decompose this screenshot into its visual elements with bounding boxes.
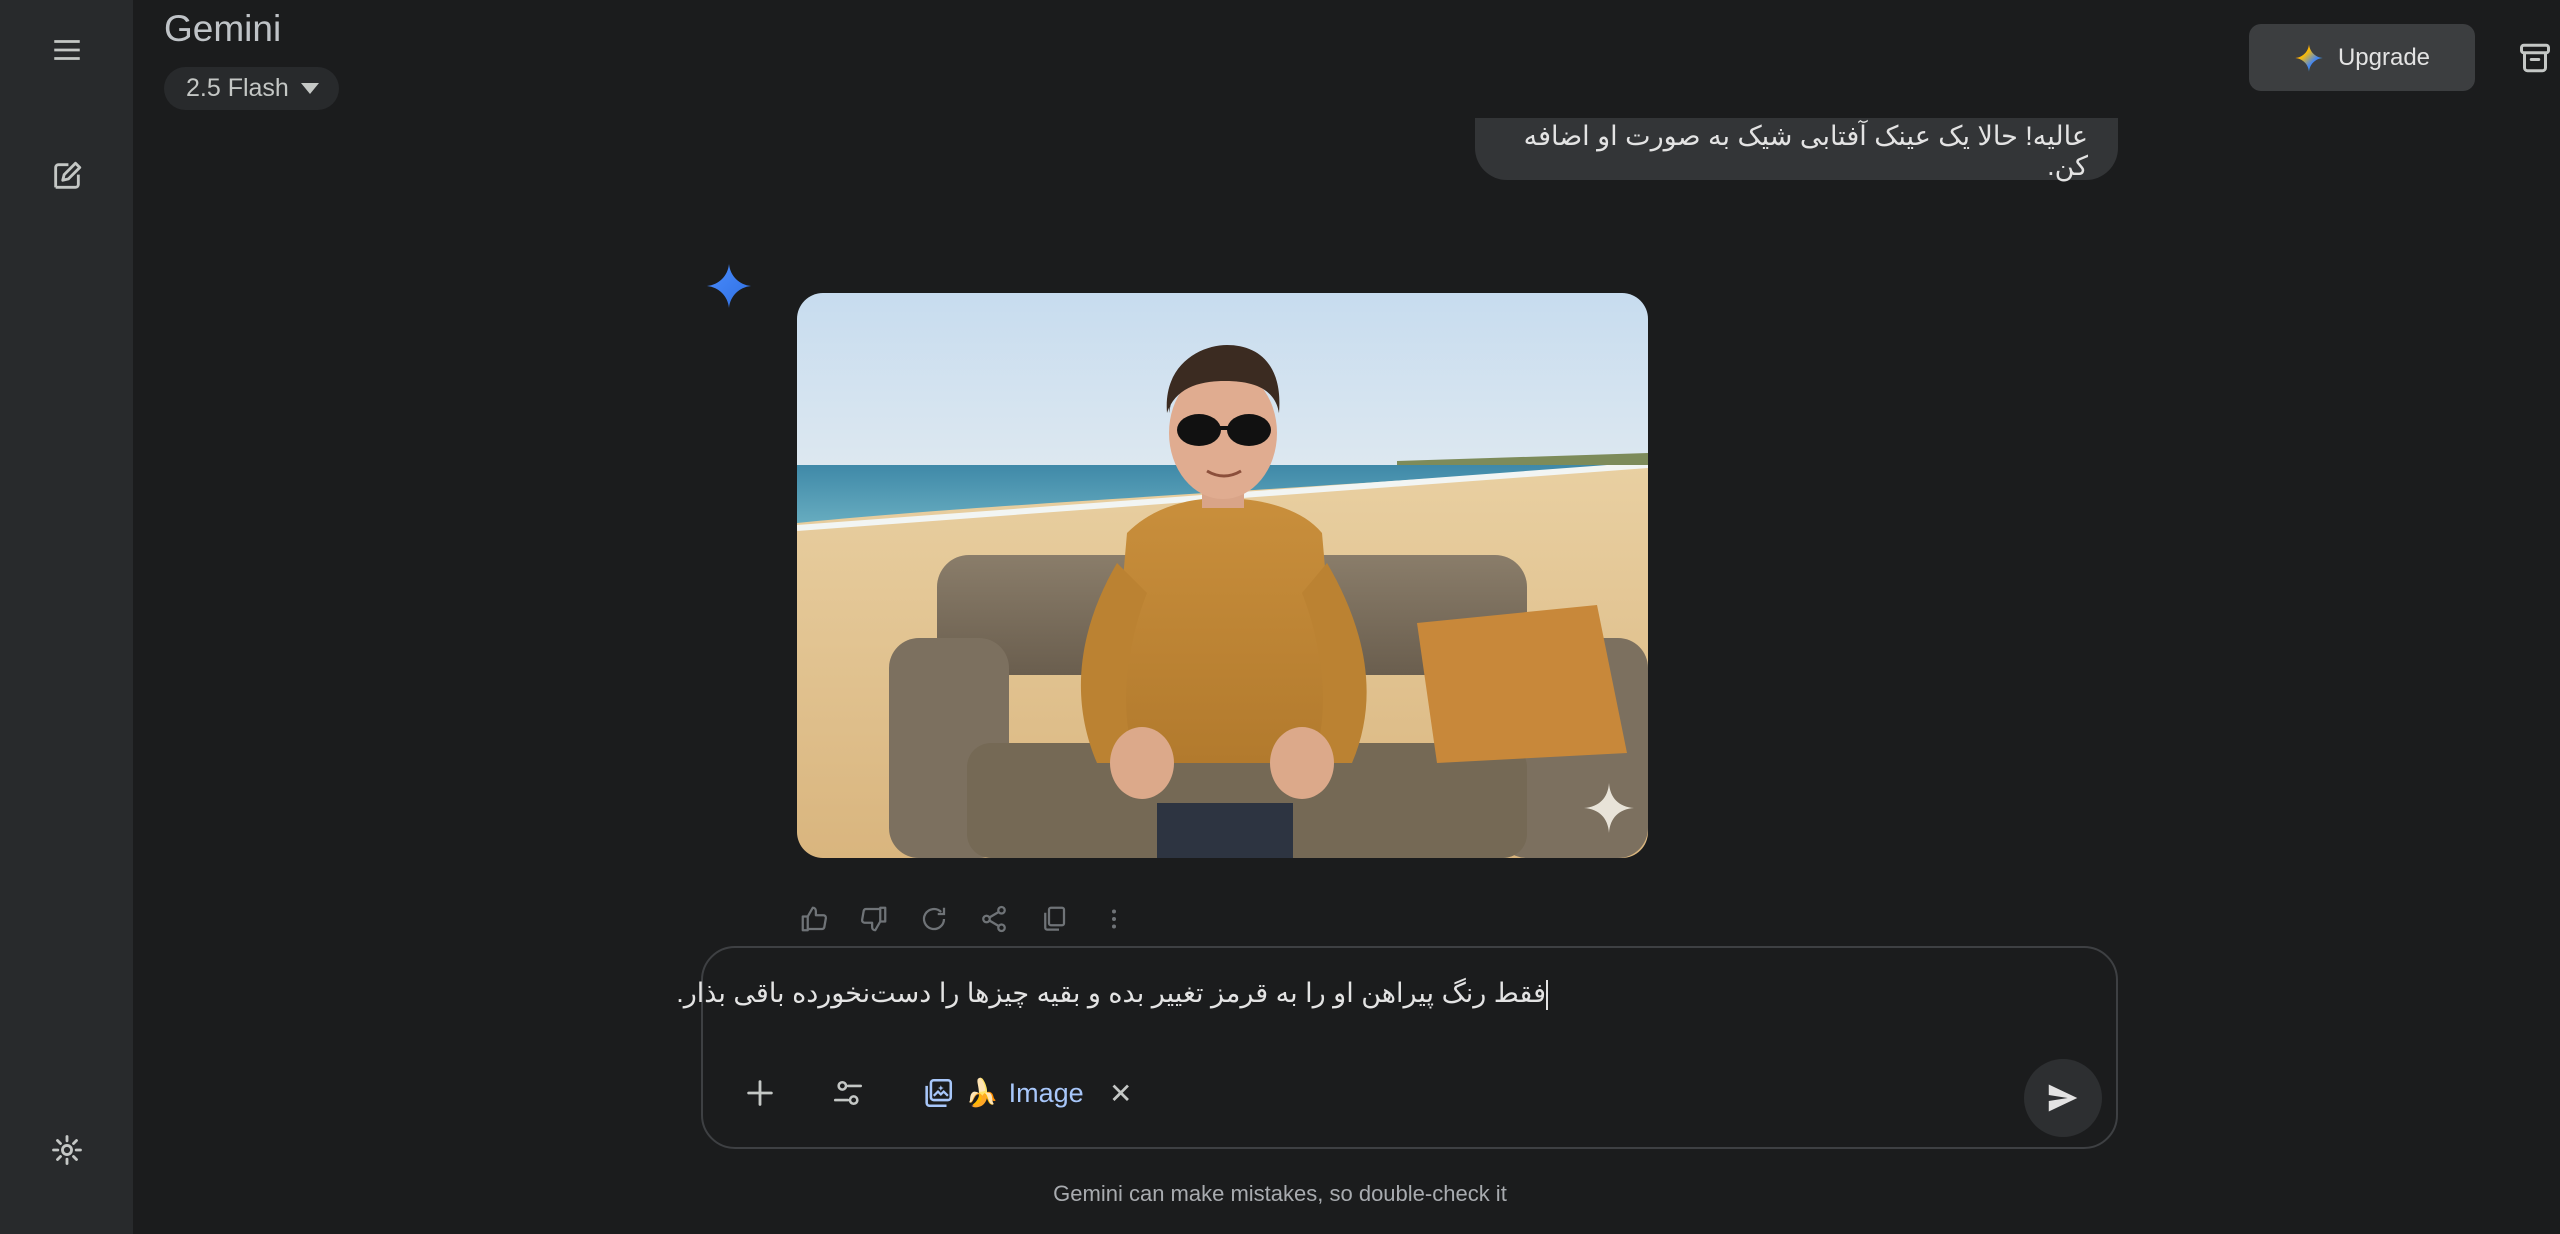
copy-icon — [1044, 906, 1066, 931]
close-icon: ✕ — [1108, 1077, 1133, 1109]
prompt-input[interactable]: فقط رنگ پیراهن او را به قرمز تغییر بده و… — [676, 978, 1548, 1010]
tools-button[interactable] — [821, 1066, 875, 1120]
model-selector[interactable]: 2.5 Flash — [164, 67, 339, 110]
prompt-input-text: فقط رنگ پیراهن او را به قرمز تغییر بده و… — [676, 978, 1546, 1008]
thumbs-down-icon — [861, 906, 887, 932]
gemini-star-icon — [707, 264, 751, 308]
app-title: Gemini — [164, 8, 282, 49]
user-message-bubble: عالیه! حالا یک عینک آفتابی شیک به صورت ا… — [1475, 118, 2118, 181]
settings-button[interactable] — [33, 1116, 101, 1184]
upgrade-label: Upgrade — [2337, 43, 2431, 71]
regenerate-button[interactable] — [915, 900, 953, 938]
banana-emoji: 🍌 — [965, 1078, 999, 1108]
new-chat-icon — [54, 161, 82, 189]
share-button[interactable] — [975, 900, 1013, 938]
copy-button[interactable] — [1035, 900, 1073, 938]
regenerate-icon — [922, 907, 946, 931]
upgrade-button[interactable]: Upgrade — [2249, 24, 2475, 91]
thumbs-up-icon — [801, 906, 827, 932]
menu-icon — [54, 40, 80, 60]
sidebar — [0, 0, 133, 1234]
gemini-spark-icon — [2295, 43, 2323, 72]
add-button[interactable] — [733, 1066, 787, 1120]
add-icon — [747, 1080, 773, 1106]
thumbs-down-button[interactable] — [855, 900, 893, 938]
settings-icon — [52, 1135, 82, 1165]
more-vert-icon — [1112, 909, 1116, 929]
caret-down-icon — [300, 83, 319, 94]
tools-icon — [833, 1080, 863, 1106]
image-chip-label: Image — [1008, 1077, 1084, 1108]
user-message-text: عالیه! حالا یک عینک آفتابی شیک به صورت ا… — [1523, 121, 2088, 181]
composer-toolbar: 🍌 Image ✕ — [733, 1066, 1136, 1120]
generated-image-graphic — [797, 293, 1648, 858]
image-gen-icon — [925, 1078, 953, 1108]
archive-button[interactable] — [2510, 30, 2560, 86]
archive-icon — [2520, 43, 2550, 73]
share-icon — [982, 905, 1006, 933]
more-options-button[interactable] — [1095, 900, 1133, 938]
generated-image[interactable] — [797, 293, 1648, 858]
prompt-composer: فقط رنگ پیراهن او را به قرمز تغییر بده و… — [676, 946, 2118, 1149]
text-cursor — [1546, 979, 1548, 1010]
thumbs-up-button[interactable] — [795, 900, 833, 938]
remove-chip-button[interactable]: ✕ — [1106, 1077, 1136, 1109]
disclaimer-text: Gemini can make mistakes, so double-chec… — [1053, 1181, 1507, 1206]
new-chat-button[interactable] — [33, 142, 101, 210]
menu-button[interactable] — [33, 16, 101, 84]
model-label: 2.5 Flash — [186, 74, 289, 102]
send-button[interactable] — [2024, 1059, 2102, 1137]
send-icon — [2048, 1084, 2078, 1112]
image-tool-chip[interactable]: 🍌 Image — [921, 1076, 1084, 1110]
response-actions — [795, 900, 1133, 938]
